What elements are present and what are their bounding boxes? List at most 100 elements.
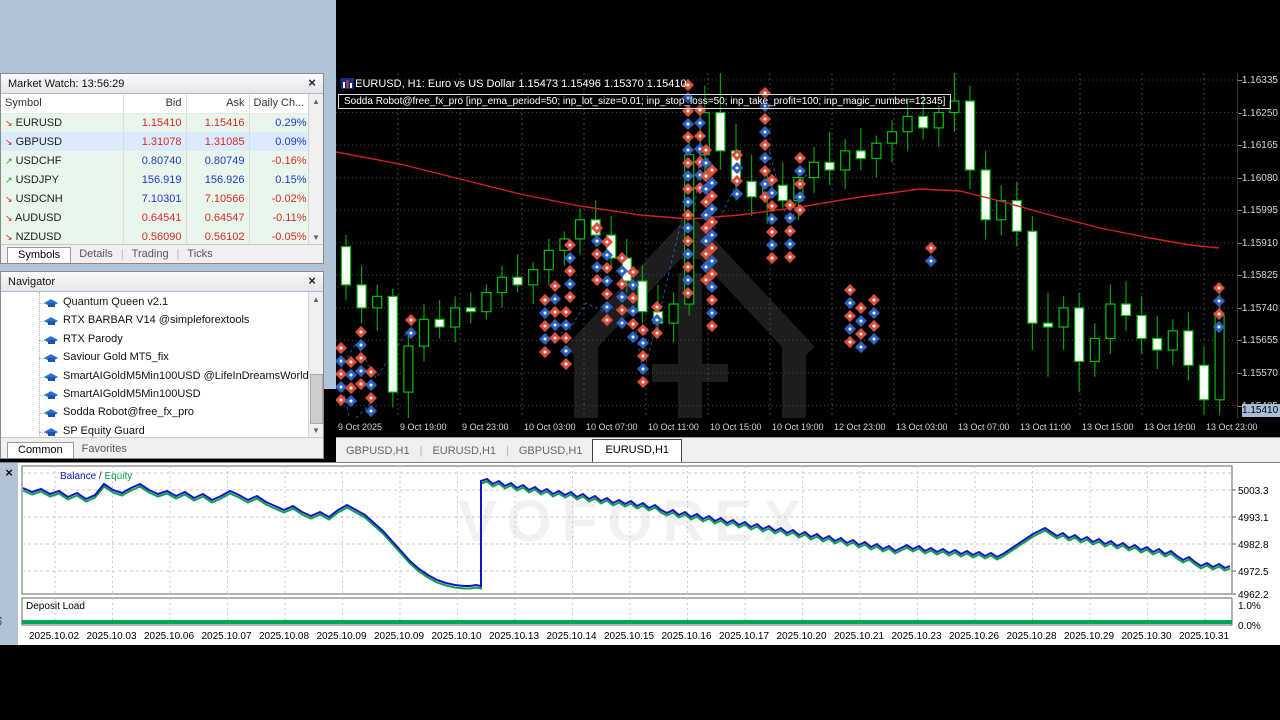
tab-details[interactable]: Details <box>71 247 121 263</box>
price-tick-label: 1.15740 <box>1242 303 1278 314</box>
market-watch-titlebar[interactable]: Market Watch: 13:56:29 × <box>1 74 323 94</box>
tab-ticks[interactable]: Ticks <box>179 247 220 263</box>
navigator-tabs: CommonFavorites <box>1 437 323 458</box>
navigator-item[interactable]: SmartAIGoldM5Min100USD <box>1 386 309 404</box>
bid-cell: 1.15410 <box>123 113 186 132</box>
down-arrow-icon: ↘ <box>5 194 13 204</box>
close-icon[interactable]: × <box>2 466 16 480</box>
symbol-cell: ↗ USDCHF <box>1 151 123 170</box>
symbol-label: NZDUSD <box>16 231 62 243</box>
tester-chart[interactable]: VOFOREX5003.34993.14982.84972.54962.21.0… <box>18 463 1280 645</box>
time-tick-label: 10 Oct 11:00 <box>648 422 699 432</box>
ask-cell: 0.64547 <box>186 208 249 227</box>
navigator-item[interactable]: Quantum Queen v2.1 <box>1 294 309 312</box>
tester-date-label: 2025.10.30 <box>1122 631 1172 642</box>
tester-legend: Balance / Equity <box>60 471 132 482</box>
tester-date-label: 2025.10.09 <box>317 631 367 642</box>
market-watch-scrollbar[interactable]: ▲ ▼ <box>308 94 323 245</box>
symbol-label: GBPUSD <box>16 136 62 148</box>
candlestick-chart[interactable] <box>336 73 1237 418</box>
tester-y-label: 4993.1 <box>1238 513 1269 524</box>
daily-change-cell: -0.11% <box>249 208 309 227</box>
axis-tick <box>1238 275 1242 276</box>
tester-date-label: 2025.10.07 <box>202 631 252 642</box>
chart-tab-gbpusd-h1[interactable]: GBPUSD,H1 <box>336 442 420 462</box>
close-icon[interactable]: × <box>305 274 319 288</box>
tester-date-label: 2025.10.23 <box>892 631 942 642</box>
scroll-down-icon[interactable]: ▼ <box>309 423 323 438</box>
table-row[interactable]: ↘ NZDUSD0.560900.56102-0.05% <box>1 227 309 245</box>
table-row[interactable]: ↘ USDCNH7.103017.10566-0.02% <box>1 189 309 208</box>
tester-date-label: 2025.10.03 <box>87 631 137 642</box>
price-tick-label: 1.16165 <box>1242 140 1278 151</box>
market-watch-header-row[interactable]: SymbolBidAskDaily Ch... <box>1 94 309 113</box>
chart-tab-eurusd-h1[interactable]: EURUSD,H1 <box>592 439 682 462</box>
tester-y-label: 4972.5 <box>1238 567 1269 578</box>
table-row[interactable]: ↘ EURUSD1.154101.154160.29% <box>1 113 309 132</box>
column-header[interactable]: Daily Ch... <box>249 94 309 113</box>
axis-tick <box>1238 113 1242 114</box>
time-tick-label: 9 Oct 2025 <box>338 422 382 432</box>
time-tick-label: 13 Oct 03:00 <box>896 422 948 432</box>
scroll-up-icon[interactable]: ▲ <box>309 292 323 307</box>
tab-favorites[interactable]: Favorites <box>74 442 135 458</box>
navigator-item[interactable]: SmartAIGoldM5Min100USD @LifeInDreamsWorl… <box>1 368 309 386</box>
navigator-item[interactable]: Saviour Gold MT5_fix <box>1 349 309 367</box>
tester-date-label: 2025.10.17 <box>719 631 769 642</box>
tester-date-label: 2025.10.09 <box>374 631 424 642</box>
navigator-item-label: Quantum Queen v2.1 <box>63 296 168 308</box>
table-row[interactable]: ↗ USDCHF0.807400.80749-0.16% <box>1 151 309 170</box>
time-tick-label: 13 Oct 15:00 <box>1082 422 1134 432</box>
bid-cell: 1.31078 <box>123 132 186 151</box>
scrollbar-thumb[interactable] <box>310 374 323 424</box>
axis-tick <box>1238 340 1242 341</box>
navigator-tree: Quantum Queen v2.1 RTX BARBAR V14 @simple… <box>1 292 309 438</box>
tab-common[interactable]: Common <box>7 442 74 459</box>
column-header[interactable]: Bid <box>123 94 186 113</box>
navigator-item[interactable]: RTX Parody <box>1 331 309 349</box>
price-tick-label: 1.16250 <box>1242 108 1278 119</box>
scroll-down-icon[interactable]: ▼ <box>309 230 323 245</box>
tab-trading[interactable]: Trading <box>124 247 177 263</box>
column-header[interactable]: Ask <box>186 94 249 113</box>
navigator-item[interactable]: Sodda Robot@free_fx_pro <box>1 404 309 422</box>
deposit-max-label: 1.0% <box>1238 601 1261 612</box>
ask-cell: 7.10566 <box>186 189 249 208</box>
tester-date-label: 2025.10.20 <box>777 631 827 642</box>
navigator-scrollbar[interactable]: ▲ ▼ <box>308 292 323 438</box>
close-icon[interactable]: × <box>305 76 319 90</box>
daily-change-cell: 0.09% <box>249 132 309 151</box>
market-watch-title: Market Watch: 13:56:29 <box>8 78 124 90</box>
expert-advisor-icon <box>45 298 59 308</box>
deposit-load-label: Deposit Load <box>26 601 85 612</box>
chart-tab-eurusd-h1[interactable]: EURUSD,H1 <box>422 442 506 462</box>
table-row[interactable]: ↘ AUDUSD0.645410.64547-0.11% <box>1 208 309 227</box>
time-axis[interactable]: 9 Oct 20259 Oct 19:009 Oct 23:0010 Oct 0… <box>336 418 1237 437</box>
chart-tab-gbpusd-h1[interactable]: GBPUSD,H1 <box>509 442 593 462</box>
symbol-cell: ↘ EURUSD <box>1 113 123 132</box>
navigator-titlebar[interactable]: Navigator × <box>1 272 323 292</box>
price-axis[interactable]: 1.163351.162501.161651.160801.159951.159… <box>1237 73 1280 418</box>
time-tick-label: 10 Oct 07:00 <box>586 422 638 432</box>
time-tick-label: 12 Oct 23:00 <box>834 422 886 432</box>
navigator-title: Navigator <box>8 276 55 288</box>
scroll-up-icon[interactable]: ▲ <box>309 94 323 109</box>
navigator-item-label: RTX Parody <box>63 333 123 345</box>
bid-cell: 156.919 <box>123 170 186 189</box>
symbol-label: AUDUSD <box>15 212 61 224</box>
tester-date-label: 2025.10.13 <box>489 631 539 642</box>
table-row[interactable]: ↗ USDJPY156.919156.9260.15% <box>1 170 309 189</box>
expert-advisor-icon <box>45 390 59 400</box>
down-arrow-icon: ↘ <box>5 118 13 128</box>
current-price-badge: 1.15410 <box>1242 404 1280 417</box>
table-row[interactable]: ↘ GBPUSD1.310781.310850.09% <box>1 132 309 151</box>
mt5-window: Market Watch: 13:56:29 × SymbolBidAskDai… <box>0 0 1280 720</box>
navigator-item[interactable]: RTX BARBAR V14 @simpleforextools <box>1 312 309 330</box>
price-tick-label: 1.15570 <box>1242 368 1278 379</box>
tab-symbols[interactable]: Symbols <box>7 247 71 264</box>
navigator-item[interactable]: SP Equity Guard <box>1 423 309 438</box>
expert-advisor-icon <box>45 335 59 345</box>
strategy-tester-strip[interactable]: × Strategy Tester <box>0 463 18 645</box>
column-header[interactable]: Symbol <box>1 94 123 113</box>
axis-tick <box>1238 308 1242 309</box>
